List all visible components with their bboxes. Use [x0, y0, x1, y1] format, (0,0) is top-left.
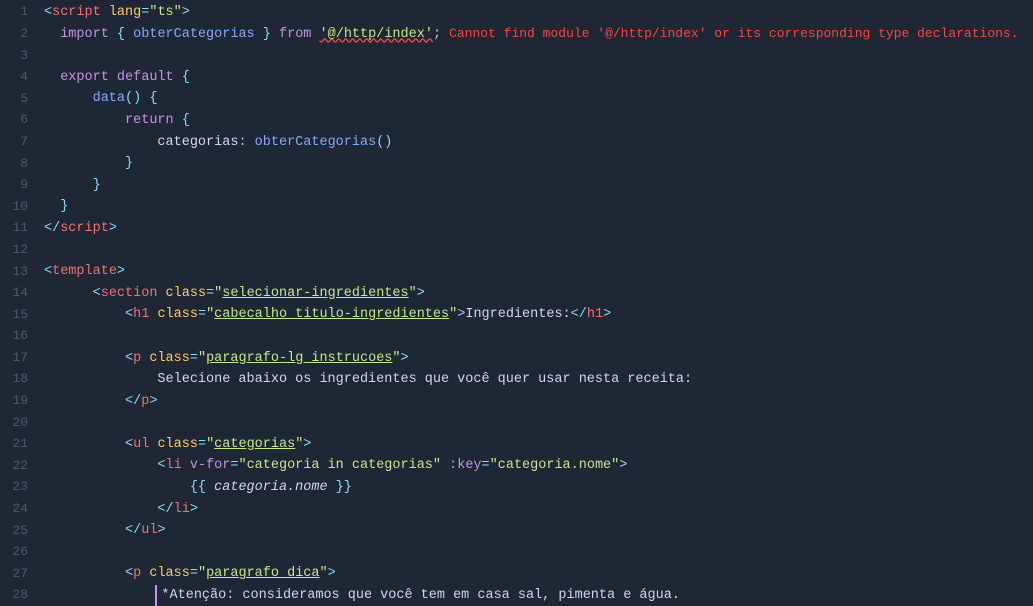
line-num-27: 27	[8, 563, 28, 585]
code-line-16	[44, 326, 1033, 348]
line-num-21: 21	[8, 434, 28, 456]
line-num-11: 11	[8, 218, 28, 240]
code-line-14: <section class="selecionar-ingredientes"…	[44, 283, 1033, 305]
code-line-28: *Atenção: consideramos que você tem em c…	[44, 585, 1033, 606]
line-num-16: 16	[8, 326, 28, 348]
line-num-17: 17	[8, 348, 28, 370]
code-line-15: <h1 class="cabecalho titulo-ingredientes…	[44, 304, 1033, 326]
code-line-13: <template>	[44, 261, 1033, 283]
code-editor: 1 2 3 4 5 6 7 8 9 10 11 12 13 14 15 16 1…	[0, 0, 1033, 606]
code-line-6: return {	[44, 110, 1033, 132]
line-num-20: 20	[8, 412, 28, 434]
code-line-9: }	[44, 175, 1033, 197]
line-num-14: 14	[8, 283, 28, 305]
line-num-9: 9	[8, 175, 28, 197]
line-num-10: 10	[8, 196, 28, 218]
code-line-11: </script>	[44, 218, 1033, 240]
line-num-23: 23	[8, 477, 28, 499]
line-num-8: 8	[8, 153, 28, 175]
line-num-2: 2	[8, 24, 28, 46]
code-line-10: }	[44, 196, 1033, 218]
code-content: <script lang="ts"> import { obterCategor…	[36, 0, 1033, 606]
code-line-19: </p>	[44, 391, 1033, 413]
line-num-5: 5	[8, 88, 28, 110]
line-numbers: 1 2 3 4 5 6 7 8 9 10 11 12 13 14 15 16 1…	[0, 0, 36, 606]
code-line-1: <script lang="ts">	[44, 2, 1033, 24]
line-num-13: 13	[8, 261, 28, 283]
code-line-17: <p class="paragrafo-lg instrucoes">	[44, 348, 1033, 370]
code-line-12	[44, 240, 1033, 262]
line-num-15: 15	[8, 304, 28, 326]
error-message: Cannot find module '@/http/index' or its…	[449, 24, 1019, 45]
line-num-6: 6	[8, 110, 28, 132]
code-line-3	[44, 45, 1033, 67]
code-line-20	[44, 412, 1033, 434]
line-num-19: 19	[8, 391, 28, 413]
line-num-3: 3	[8, 45, 28, 67]
line-num-4: 4	[8, 67, 28, 89]
code-line-5: data() {	[44, 88, 1033, 110]
line-num-7: 7	[8, 132, 28, 154]
code-line-8: }	[44, 153, 1033, 175]
line-num-22: 22	[8, 455, 28, 477]
code-line-21: <ul class="categorias">	[44, 434, 1033, 456]
code-line-4: export default {	[44, 67, 1033, 89]
code-line-27: <p class="paragrafo dica">	[44, 563, 1033, 585]
line-num-25: 25	[8, 520, 28, 542]
code-line-18: Selecione abaixo os ingredientes que voc…	[44, 369, 1033, 391]
code-line-24: </li>	[44, 499, 1033, 521]
code-line-22: <li v-for="categoria in categorias" :key…	[44, 455, 1033, 477]
line-num-28: 28	[8, 585, 28, 606]
code-line-2: import { obterCategorias } from '@/http/…	[44, 24, 1033, 46]
line-num-24: 24	[8, 499, 28, 521]
code-line-23: {{ categoria.nome }}	[44, 477, 1033, 499]
code-line-26	[44, 542, 1033, 564]
code-line-25: </ul>	[44, 520, 1033, 542]
code-line-7: categorias: obterCategorias()	[44, 132, 1033, 154]
line-num-1: 1	[8, 2, 28, 24]
line-num-26: 26	[8, 542, 28, 564]
line-num-12: 12	[8, 240, 28, 262]
line-num-18: 18	[8, 369, 28, 391]
